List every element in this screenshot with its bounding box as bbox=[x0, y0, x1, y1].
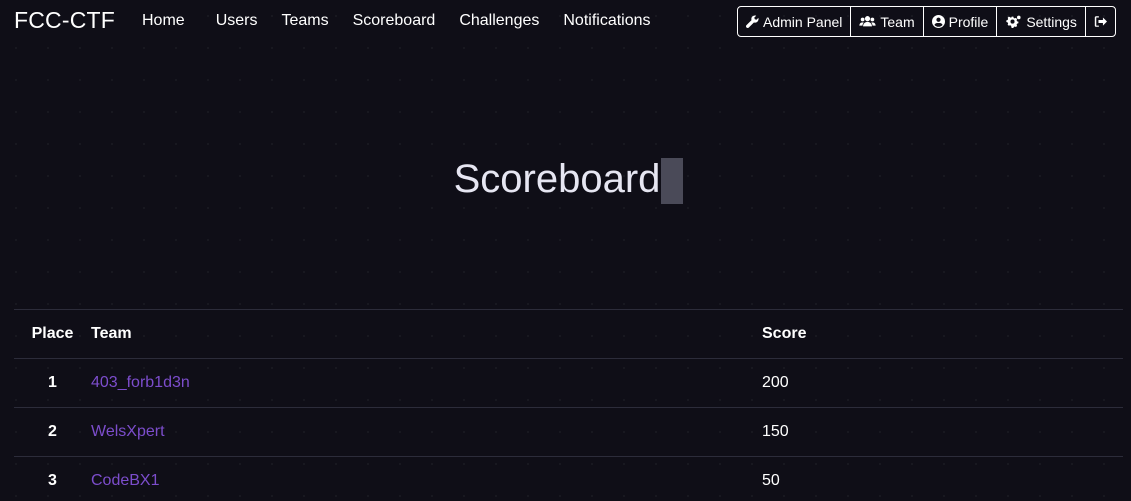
settings-button[interactable]: Settings bbox=[997, 7, 1086, 36]
score-cell: 50 bbox=[762, 456, 1123, 501]
profile-button-label: Profile bbox=[948, 13, 989, 30]
text-cursor bbox=[661, 158, 684, 204]
brand-logo[interactable]: FCC-CTF bbox=[14, 7, 115, 34]
users-icon bbox=[859, 16, 877, 27]
team-button[interactable]: Team bbox=[851, 7, 924, 36]
table-row: 1 403_forb1d3n 200 bbox=[14, 358, 1123, 408]
settings-button-label: Settings bbox=[1026, 13, 1077, 30]
wrench-icon bbox=[746, 15, 759, 28]
page-title-section: Scoreboard bbox=[0, 157, 1131, 204]
sign-out-icon bbox=[1094, 16, 1107, 27]
profile-button[interactable]: Profile bbox=[924, 7, 998, 36]
nav-link-home[interactable]: Home bbox=[142, 12, 185, 30]
nav-link-teams[interactable]: Teams bbox=[281, 12, 328, 30]
navbar: FCC-CTF Home Users Teams Scoreboard Chal… bbox=[0, 0, 1131, 43]
header-place: Place bbox=[14, 309, 91, 359]
user-button-group: Admin Panel Team Profile Settings bbox=[737, 6, 1116, 37]
cogs-icon bbox=[1006, 15, 1021, 28]
user-circle-icon bbox=[931, 15, 945, 28]
team-cell: WelsXpert bbox=[91, 407, 762, 457]
table-row: 3 CodeBX1 50 bbox=[14, 456, 1123, 501]
nav-links: Home Users Teams Scoreboard Challenges N… bbox=[142, 12, 675, 30]
nav-link-scoreboard[interactable]: Scoreboard bbox=[353, 12, 436, 30]
team-cell: CodeBX1 bbox=[91, 456, 762, 501]
header-score: Score bbox=[762, 309, 1123, 359]
table-row: 2 WelsXpert 150 bbox=[14, 407, 1123, 457]
page-title: Scoreboard bbox=[453, 157, 661, 201]
team-link[interactable]: 403_forb1d3n bbox=[91, 374, 190, 391]
nav-link-users[interactable]: Users bbox=[216, 12, 258, 30]
place-cell: 3 bbox=[14, 456, 91, 501]
admin-panel-label: Admin Panel bbox=[763, 13, 843, 30]
score-cell: 200 bbox=[762, 358, 1123, 408]
team-cell: 403_forb1d3n bbox=[91, 358, 762, 408]
place-cell: 2 bbox=[14, 407, 91, 457]
nav-link-challenges[interactable]: Challenges bbox=[459, 12, 539, 30]
nav-link-notifications[interactable]: Notifications bbox=[563, 12, 650, 30]
logout-button[interactable] bbox=[1086, 7, 1115, 36]
header-team: Team bbox=[91, 309, 762, 359]
scoreboard-table: Place Team Score 1 403_forb1d3n 200 2 We… bbox=[14, 309, 1123, 501]
team-link[interactable]: CodeBX1 bbox=[91, 472, 160, 489]
team-link[interactable]: WelsXpert bbox=[91, 423, 165, 440]
score-cell: 150 bbox=[762, 407, 1123, 457]
admin-panel-button[interactable]: Admin Panel bbox=[738, 7, 852, 36]
team-button-label: Team bbox=[880, 13, 915, 30]
table-header-row: Place Team Score bbox=[14, 309, 1123, 359]
place-cell: 1 bbox=[14, 358, 91, 408]
